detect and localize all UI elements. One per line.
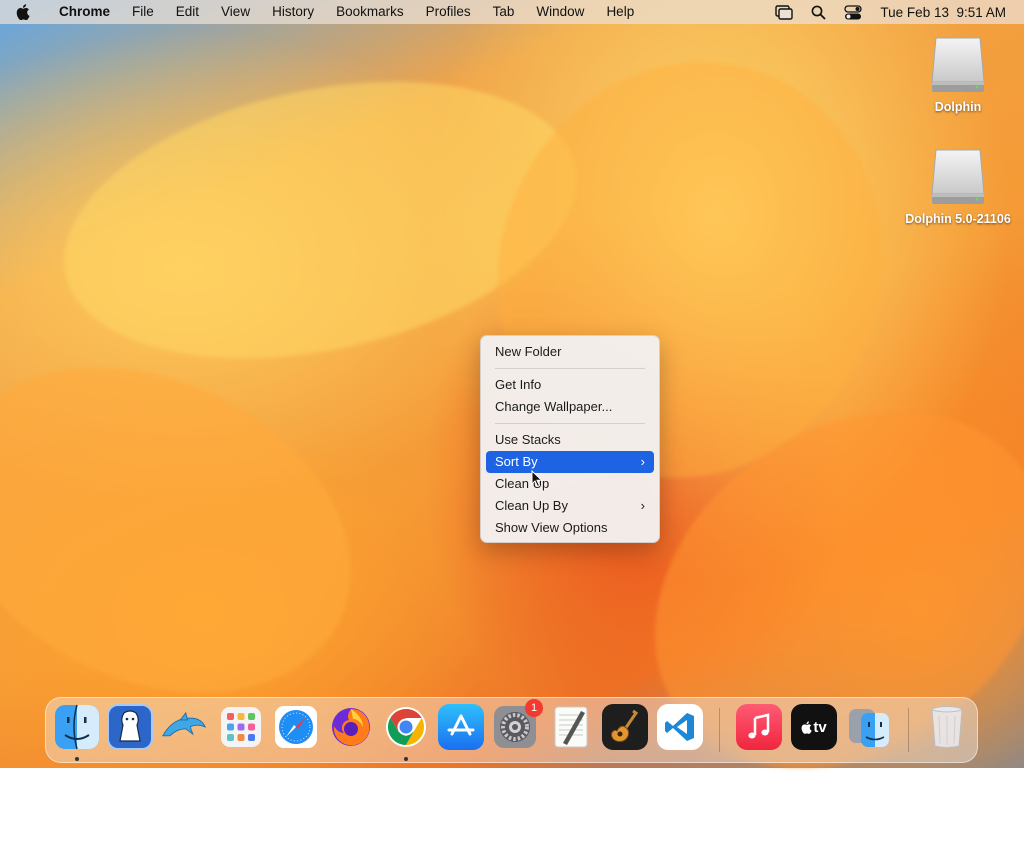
menu-view[interactable]: View [210,0,261,24]
desktop-icon-dolphin[interactable]: Dolphin [898,34,1018,114]
firefox-icon [332,708,370,746]
desktop-context-menu: New Folder Get Info Change Wallpaper... … [480,335,660,543]
menu-item-new-folder[interactable]: New Folder [486,341,654,363]
notification-badge: 1 [525,699,543,717]
dock-item-apple-tv[interactable]: tv [791,704,837,750]
dock-item-dolphin[interactable] [161,704,207,750]
menu-tab[interactable]: Tab [482,0,526,24]
menu-item-show-view-options[interactable]: Show View Options [486,517,654,539]
textedit-icon [554,706,588,748]
running-indicator [404,757,408,761]
menu-bar: Chrome File Edit View History Bookmarks … [0,0,1024,24]
desktop-icon-label: Dolphin [934,100,982,114]
vscode-icon [665,713,694,741]
screen-mirroring-icon[interactable] [775,4,794,20]
chrome-icon [386,707,426,747]
menu-item-label: Show View Options [495,520,608,535]
wallpaper-petal [0,305,404,755]
dock: 1 tv [45,697,978,763]
menu-separator [495,368,645,369]
dock-separator [719,708,720,752]
dock-item-firefox[interactable] [328,704,374,750]
dock-item-finder[interactable] [54,704,100,750]
music-icon [748,713,770,739]
menu-help[interactable]: Help [595,0,645,24]
safari-icon [275,706,317,748]
menu-item-change-wallpaper[interactable]: Change Wallpaper... [486,396,654,418]
trash-icon [931,706,963,748]
dock-item-ryujinx[interactable] [107,704,153,750]
dock-item-trash[interactable] [924,704,970,750]
garageband-icon [611,709,639,742]
menu-item-use-stacks[interactable]: Use Stacks [486,429,654,451]
external-drive-icon [928,34,988,96]
launchpad-icon [221,707,261,747]
apple-tv-icon: tv [801,718,827,736]
desktop-icon-label: Dolphin 5.0-21106 [905,212,1011,226]
menu-bar-clock[interactable]: Tue Feb 13 9:51 AM [880,5,1006,20]
dock-item-app-store[interactable] [438,704,484,750]
dock-item-system-settings[interactable]: 1 [492,699,543,750]
external-drive-icon [928,146,988,208]
menu-item-clean-up-by[interactable]: Clean Up By › [486,495,654,517]
dock-item-safari[interactable] [273,704,319,750]
spotlight-search-icon[interactable] [811,5,827,20]
menu-app-name[interactable]: Chrome [48,0,121,24]
desktop-icon-dolphin-5[interactable]: Dolphin 5.0-21106 [898,146,1018,226]
ryujinx-icon [119,710,141,742]
menu-item-label: Change Wallpaper... [495,399,613,414]
finder-icon [55,704,99,750]
apple-tv-label: tv [813,718,827,736]
dock-item-launchpad[interactable] [218,704,264,750]
dock-item-music[interactable] [736,704,782,750]
menu-file[interactable]: File [121,0,165,24]
menu-profiles[interactable]: Profiles [415,0,482,24]
submenu-chevron-icon: › [640,498,645,513]
menu-edit[interactable]: Edit [165,0,210,24]
dock-item-chrome[interactable] [383,704,429,750]
submenu-chevron-icon: › [640,454,645,469]
menu-item-get-info[interactable]: Get Info [486,374,654,396]
menu-separator [495,423,645,424]
mouse-pointer-icon [531,469,543,493]
menu-item-clean-up[interactable]: Clean Up [486,473,654,495]
running-indicator [75,757,79,761]
dock-separator [908,708,909,752]
menu-window[interactable]: Window [525,0,595,24]
dolphin-icon [162,711,207,737]
menu-bookmarks[interactable]: Bookmarks [325,0,415,24]
menu-item-label: Get Info [495,377,542,392]
dock-item-vscode[interactable] [657,704,703,750]
menu-item-label: Use Stacks [495,432,561,447]
menu-item-label: Clean Up By [495,498,568,513]
control-center-icon[interactable] [844,4,863,20]
menu-item-sort-by[interactable]: Sort By › [486,451,654,473]
apple-menu-icon[interactable] [16,4,40,20]
dock-item-migration-assistant[interactable] [846,704,892,750]
app-store-icon [447,714,475,736]
dock-item-textedit[interactable] [548,704,594,750]
menu-item-label: New Folder [495,344,562,359]
dock-item-garageband[interactable] [602,704,648,750]
menu-history[interactable]: History [261,0,325,24]
migration-assistant-icon [849,709,889,747]
